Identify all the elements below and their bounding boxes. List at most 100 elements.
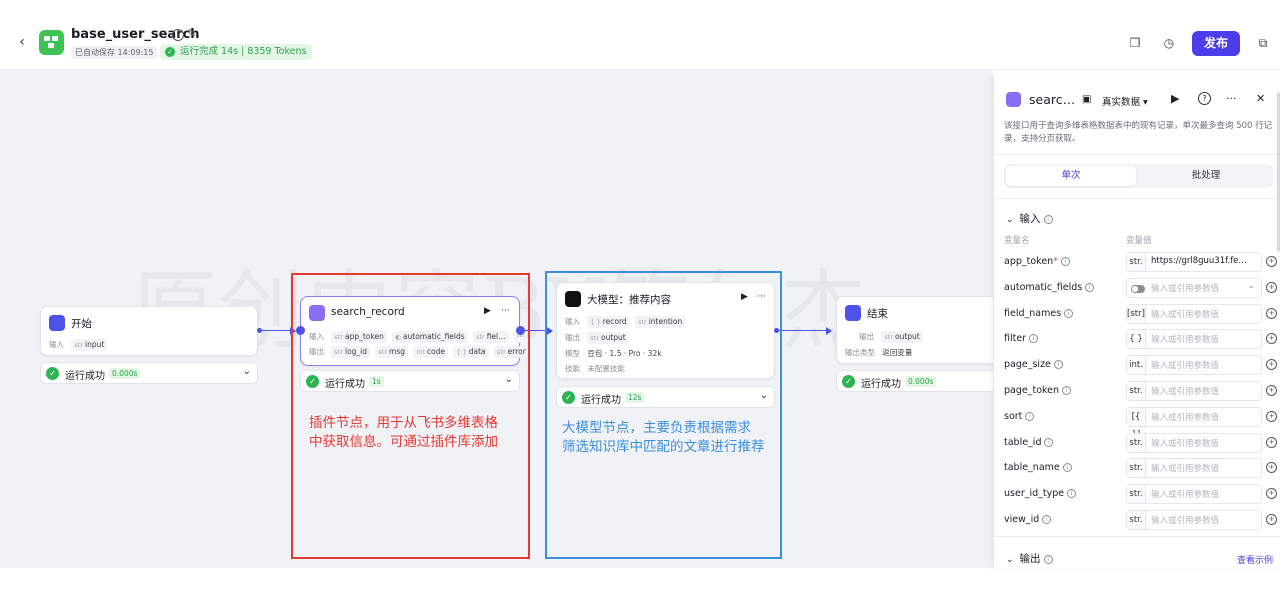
tab-bar: 单次 批处理 bbox=[1004, 164, 1273, 188]
section-title: 输入 bbox=[1019, 213, 1041, 225]
bottom-strip bbox=[0, 568, 1280, 608]
param-value-input[interactable]: str. 输入或引用参数值 bbox=[1126, 510, 1262, 530]
param-name-text: filter bbox=[1004, 333, 1027, 345]
check-icon: ✓ bbox=[165, 47, 175, 57]
info-icon: i bbox=[1060, 257, 1070, 266]
param-value: https://grl8guu31f.fe… bbox=[1151, 256, 1247, 266]
info-icon: i bbox=[1043, 215, 1053, 224]
reference-icon[interactable]: + bbox=[1266, 307, 1277, 319]
param-name: table_id i bbox=[1004, 436, 1054, 448]
type-label: str bbox=[74, 341, 83, 349]
reference-icon[interactable]: + bbox=[1266, 514, 1277, 525]
param-value: 输入或引用参数值 bbox=[1151, 335, 1220, 346]
param-name: user_id_type i bbox=[1004, 488, 1077, 500]
param-name-text: table_id bbox=[1004, 436, 1042, 448]
node-output-row: 输出 str output bbox=[859, 331, 926, 343]
chevron-down-icon[interactable]: ⌄ bbox=[1247, 281, 1255, 291]
info-icon: i bbox=[1067, 489, 1077, 499]
reference-icon[interactable]: + bbox=[1266, 333, 1277, 345]
reference-icon[interactable]: + bbox=[1266, 410, 1277, 422]
layout-icon[interactable]: ⧉ bbox=[1256, 36, 1270, 50]
type-label: str bbox=[884, 333, 893, 341]
reference-icon[interactable]: + bbox=[1266, 488, 1277, 500]
param-name-text: field_names bbox=[1004, 307, 1062, 319]
output-port[interactable] bbox=[257, 328, 262, 333]
tab-single[interactable]: 单次 bbox=[1006, 166, 1136, 186]
start-node[interactable]: 开始 输入 str input bbox=[40, 306, 258, 356]
param-name: filter i bbox=[1004, 333, 1039, 345]
check-icon: ✓ bbox=[46, 367, 59, 380]
panel-title: searc… bbox=[1029, 92, 1076, 107]
config-icon[interactable]: ▣ bbox=[1082, 94, 1091, 105]
help-icon[interactable]: ? bbox=[1198, 92, 1211, 105]
param-value-input[interactable]: { } 输入或引用参数值 bbox=[1126, 329, 1262, 350]
annotation-line: 中获取信息。可通过插件库添加 bbox=[309, 434, 498, 450]
param-name-text: user_id_type bbox=[1004, 488, 1065, 500]
param-row: table_id i str. 输入或引用参数值 + bbox=[1004, 432, 1277, 453]
run-status-badge[interactable]: ✓ 运行完成 14s | 8359 Tokens bbox=[160, 44, 313, 60]
info-icon: i bbox=[1053, 360, 1063, 370]
close-icon[interactable]: ✕ bbox=[1256, 92, 1265, 105]
param-row: user_id_type i str. 输入或引用参数值 + bbox=[1004, 484, 1277, 505]
param-name: sort i bbox=[1004, 411, 1035, 422]
param-name-text: page_size bbox=[1004, 359, 1051, 371]
param-name: page_token i bbox=[1004, 385, 1072, 396]
reference-icon[interactable]: + bbox=[1266, 385, 1277, 396]
run-icon[interactable]: ▶ bbox=[1171, 92, 1179, 105]
reference-icon[interactable]: + bbox=[1266, 256, 1277, 267]
reference-icon[interactable]: + bbox=[1266, 462, 1277, 474]
info-icon: i bbox=[1062, 463, 1072, 473]
reference-icon[interactable]: + bbox=[1266, 359, 1277, 371]
output-section-header[interactable]: ⌄ 输出 i bbox=[1006, 551, 1053, 566]
param-name-text: view_id bbox=[1004, 514, 1040, 525]
mode-dropdown[interactable]: 真实数据 ▾ bbox=[1102, 94, 1148, 108]
info-icon: i bbox=[1044, 437, 1054, 447]
param-value-input[interactable]: str. 输入或引用参数值 bbox=[1126, 458, 1262, 479]
input-section-header[interactable]: ⌄ 输入 i bbox=[1006, 211, 1053, 226]
param-value-input[interactable]: 输入或引用参数值 ⌄ bbox=[1126, 277, 1262, 298]
more-icon[interactable]: ··· bbox=[1226, 92, 1237, 105]
info-icon[interactable]: i bbox=[172, 29, 184, 41]
end-node[interactable]: 结束 输出 str output 输出类型 返回变量 bbox=[836, 296, 993, 364]
history-icon[interactable]: ◷ bbox=[1162, 36, 1176, 50]
param-value-input[interactable]: str. 输入或引用参数值 bbox=[1126, 381, 1262, 401]
var-type-value: 返回变量 bbox=[882, 348, 913, 357]
toggle-switch[interactable] bbox=[1131, 284, 1145, 293]
param-value: 输入或引用参数值 bbox=[1151, 283, 1220, 294]
end-icon bbox=[845, 305, 861, 321]
workflow-canvas[interactable]: 原创内容BY笛仁杰 开始 输入 strinput ✓ 运行成功 0.000s ⌄… bbox=[0, 70, 993, 568]
param-value-input[interactable]: str. https://grl8guu31f.fe… bbox=[1126, 252, 1262, 272]
tab-batch[interactable]: 批处理 bbox=[1141, 166, 1271, 186]
back-chevron-icon[interactable]: ‹ bbox=[14, 34, 30, 50]
param-value-input[interactable]: [{ }] 输入或引用参数值 bbox=[1126, 406, 1262, 440]
var-name: output bbox=[895, 332, 920, 341]
edit-icon[interactable]: ✎ bbox=[187, 28, 199, 40]
see-example-link[interactable]: 查看示例 bbox=[1237, 553, 1273, 566]
param-row: field_names i [str] 输入或引用参数值 + bbox=[1004, 303, 1277, 324]
type-badge: str. bbox=[1127, 253, 1146, 271]
param-value: 输入或引用参数值 bbox=[1151, 412, 1220, 423]
type-badge: int. bbox=[1127, 356, 1146, 375]
param-value-input[interactable]: str. 输入或引用参数值 bbox=[1126, 432, 1262, 453]
chevron-down-icon[interactable]: ⌄ bbox=[243, 366, 251, 377]
reference-icon[interactable]: + bbox=[1266, 281, 1277, 293]
annotation-line: 大模型节点，主要负责根据需求 bbox=[562, 420, 751, 436]
status-pill[interactable]: ✓ 运行成功 0.000s ⌄ bbox=[40, 362, 258, 384]
publish-button[interactable]: 发布 bbox=[1192, 31, 1240, 56]
column-header-name: 变量名 bbox=[1004, 236, 1030, 246]
copy-icon[interactable]: ❐ bbox=[1128, 36, 1142, 50]
status-pill[interactable]: ✓ 运行成功 0.000s bbox=[836, 370, 993, 392]
required-mark: * bbox=[1053, 256, 1058, 267]
param-value: 输入或引用参数值 bbox=[1151, 361, 1220, 372]
info-icon: i bbox=[1085, 282, 1095, 292]
param-row: sorti [{ }] 输入或引用参数值 + bbox=[1004, 406, 1277, 440]
param-value-input[interactable]: [str] 输入或引用参数值 bbox=[1126, 303, 1262, 324]
var-name: input bbox=[85, 340, 105, 349]
var-tag: str input bbox=[71, 339, 108, 351]
param-row: filter i { } 输入或引用参数值 + bbox=[1004, 329, 1277, 350]
reference-icon[interactable]: + bbox=[1266, 436, 1277, 448]
edge-start-search bbox=[262, 330, 292, 332]
param-value-input[interactable]: int. 输入或引用参数值 bbox=[1126, 355, 1262, 376]
row-label: 输入 bbox=[49, 340, 64, 349]
param-value-input[interactable]: str. 输入或引用参数值 bbox=[1126, 484, 1262, 505]
